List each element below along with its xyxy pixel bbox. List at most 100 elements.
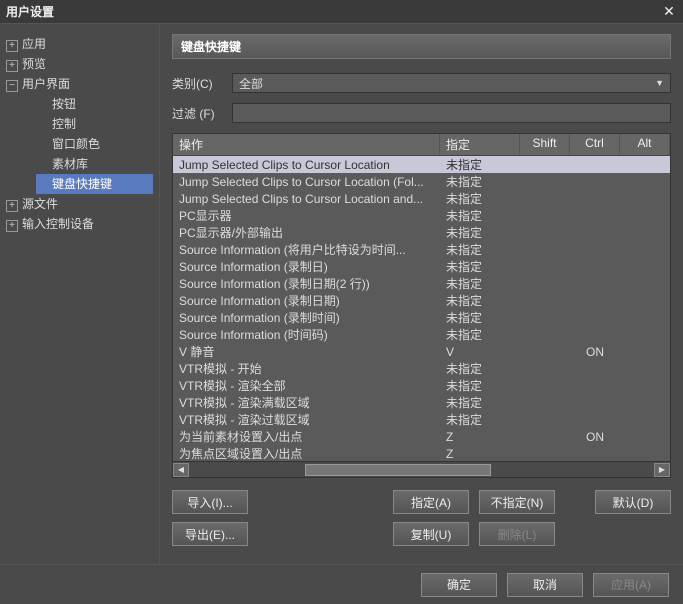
cell-assign: 未指定 bbox=[440, 394, 520, 411]
main: +应用+预览−用户界面按钮控制窗口颜色素材库键盘快捷键+源文件+输入控制设备 键… bbox=[0, 24, 683, 564]
th-assign[interactable]: 指定 bbox=[440, 134, 520, 155]
horizontal-scrollbar[interactable]: ◀ ▶ bbox=[173, 461, 670, 477]
cell-assign: 未指定 bbox=[440, 258, 520, 275]
tree-item[interactable]: +源文件 bbox=[6, 194, 153, 214]
cell-ctrl: ON bbox=[570, 430, 620, 444]
tree-item-label: 用户界面 bbox=[22, 77, 70, 91]
table-row[interactable]: Source Information (录制日期(2 行))未指定 bbox=[173, 275, 670, 292]
cell-assign: Z bbox=[440, 430, 520, 444]
plus-icon[interactable]: + bbox=[6, 220, 18, 232]
export-button[interactable]: 导出(E)... bbox=[172, 522, 248, 546]
table-header: 操作 指定 Shift Ctrl Alt bbox=[173, 134, 670, 156]
cell-assign: 未指定 bbox=[440, 326, 520, 343]
table-row[interactable]: VTR模拟 - 渲染全部未指定 bbox=[173, 377, 670, 394]
table-row[interactable]: Source Information (录制日)未指定 bbox=[173, 258, 670, 275]
scroll-left-icon[interactable]: ◀ bbox=[173, 463, 189, 477]
table-row[interactable]: Source Information (录制时间)未指定 bbox=[173, 309, 670, 326]
window-title: 用户设置 bbox=[6, 3, 54, 20]
tree-item[interactable]: + 输入控制设备 bbox=[6, 214, 153, 234]
tree-leaf[interactable]: 素材库 bbox=[36, 154, 153, 174]
tree-leaf[interactable]: 按钮 bbox=[36, 94, 153, 114]
cell-assign: 未指定 bbox=[440, 173, 520, 190]
ok-button[interactable]: 确定 bbox=[421, 573, 497, 597]
button-rows: 导入(I)... 指定(A) 不指定(N) 默认(D) 导出(E)... 复制(… bbox=[172, 490, 671, 554]
cell-action: PC显示器/外部输出 bbox=[173, 224, 440, 241]
import-button[interactable]: 导入(I)... bbox=[172, 490, 248, 514]
category-label: 类别(C) bbox=[172, 75, 232, 92]
table-row[interactable]: VTR模拟 - 开始未指定 bbox=[173, 360, 670, 377]
cell-ctrl: ON bbox=[570, 345, 620, 359]
minus-icon[interactable]: − bbox=[6, 80, 18, 92]
cell-assign: V bbox=[440, 345, 520, 359]
category-value: 全部 bbox=[239, 75, 263, 92]
table-row[interactable]: 为焦点区域设置入/出点Z bbox=[173, 445, 670, 461]
table-body[interactable]: Jump Selected Clips to Cursor Location未指… bbox=[173, 156, 670, 461]
table-row[interactable]: Source Information (将用户比特设为时间...未指定 bbox=[173, 241, 670, 258]
unassign-button[interactable]: 不指定(N) bbox=[479, 490, 555, 514]
table-row[interactable]: PC显示器未指定 bbox=[173, 207, 670, 224]
cell-assign: 未指定 bbox=[440, 207, 520, 224]
plus-icon[interactable]: + bbox=[6, 60, 18, 72]
th-action[interactable]: 操作 bbox=[173, 134, 440, 155]
category-select[interactable]: 全部 ▼ bbox=[232, 73, 671, 93]
cell-assign: 未指定 bbox=[440, 292, 520, 309]
close-icon[interactable]: ✕ bbox=[661, 4, 677, 20]
tree-leaf[interactable]: 窗口颜色 bbox=[36, 134, 153, 154]
cell-action: V 静音 bbox=[173, 343, 440, 360]
cell-action: Source Information (录制日) bbox=[173, 258, 440, 275]
nav-tree: +应用+预览−用户界面按钮控制窗口颜色素材库键盘快捷键+源文件+输入控制设备 bbox=[0, 24, 160, 564]
th-ctrl[interactable]: Ctrl bbox=[570, 134, 620, 155]
delete-button: 删除(L) bbox=[479, 522, 555, 546]
tree-item-label: 应用 bbox=[22, 37, 46, 51]
table-row[interactable]: VTR模拟 - 渲染过载区域未指定 bbox=[173, 411, 670, 428]
cell-assign: 未指定 bbox=[440, 275, 520, 292]
cancel-button[interactable]: 取消 bbox=[507, 573, 583, 597]
cell-action: Source Information (录制时间) bbox=[173, 309, 440, 326]
table-row[interactable]: PC显示器/外部输出未指定 bbox=[173, 224, 670, 241]
cell-action: Jump Selected Clips to Cursor Location (… bbox=[173, 175, 440, 189]
tree-item[interactable]: + 应用 bbox=[6, 34, 153, 54]
cell-action: VTR模拟 - 渲染过载区域 bbox=[173, 411, 440, 428]
cell-action: VTR模拟 - 渲染满载区域 bbox=[173, 394, 440, 411]
cell-assign: 未指定 bbox=[440, 411, 520, 428]
tree-item-label: 预览 bbox=[22, 57, 46, 71]
tree-item[interactable]: + 预览 bbox=[6, 54, 153, 74]
table-row[interactable]: Jump Selected Clips to Cursor Location a… bbox=[173, 190, 670, 207]
th-alt[interactable]: Alt bbox=[620, 134, 670, 155]
assign-button[interactable]: 指定(A) bbox=[393, 490, 469, 514]
cell-action: Jump Selected Clips to Cursor Location a… bbox=[173, 192, 440, 206]
table-row[interactable]: Jump Selected Clips to Cursor Location未指… bbox=[173, 156, 670, 173]
tree-item[interactable]: −用户界面 bbox=[6, 74, 153, 94]
cell-action: 为当前素材设置入/出点 bbox=[173, 428, 440, 445]
apply-button: 应用(A) bbox=[593, 573, 669, 597]
filter-label: 过滤 (F) bbox=[172, 105, 232, 122]
cell-assign: 未指定 bbox=[440, 224, 520, 241]
cell-action: PC显示器 bbox=[173, 207, 440, 224]
cell-action: Jump Selected Clips to Cursor Location bbox=[173, 158, 440, 172]
table-row[interactable]: Source Information (时间码)未指定 bbox=[173, 326, 670, 343]
duplicate-button[interactable]: 复制(U) bbox=[393, 522, 469, 546]
th-shift[interactable]: Shift bbox=[520, 134, 570, 155]
cell-action: Source Information (将用户比特设为时间... bbox=[173, 241, 440, 258]
plus-icon[interactable]: + bbox=[6, 40, 18, 52]
table-row[interactable]: Source Information (录制日期)未指定 bbox=[173, 292, 670, 309]
tree-leaf[interactable]: 控制 bbox=[36, 114, 153, 134]
filter-input[interactable] bbox=[232, 103, 671, 123]
scroll-thumb[interactable] bbox=[305, 464, 491, 476]
tree-item-label: 输入控制设备 bbox=[22, 217, 94, 231]
default-button[interactable]: 默认(D) bbox=[595, 490, 671, 514]
table-row[interactable]: VTR模拟 - 渲染满载区域未指定 bbox=[173, 394, 670, 411]
table-row[interactable]: Jump Selected Clips to Cursor Location (… bbox=[173, 173, 670, 190]
table-row[interactable]: 为当前素材设置入/出点Z ON bbox=[173, 428, 670, 445]
chevron-down-icon: ▼ bbox=[655, 78, 664, 88]
cell-action: VTR模拟 - 开始 bbox=[173, 360, 440, 377]
plus-icon[interactable]: + bbox=[6, 200, 18, 212]
panel-title: 键盘快捷键 bbox=[172, 34, 671, 59]
scroll-track[interactable] bbox=[189, 463, 654, 477]
cell-action: 为焦点区域设置入/出点 bbox=[173, 445, 440, 461]
scroll-right-icon[interactable]: ▶ bbox=[654, 463, 670, 477]
table-row[interactable]: V 静音V ON bbox=[173, 343, 670, 360]
content: 键盘快捷键 类别(C) 全部 ▼ 过滤 (F) 操作 指定 Shift Ctrl… bbox=[160, 24, 683, 564]
tree-leaf[interactable]: 键盘快捷键 bbox=[36, 174, 153, 194]
cell-action: Source Information (录制日期) bbox=[173, 292, 440, 309]
